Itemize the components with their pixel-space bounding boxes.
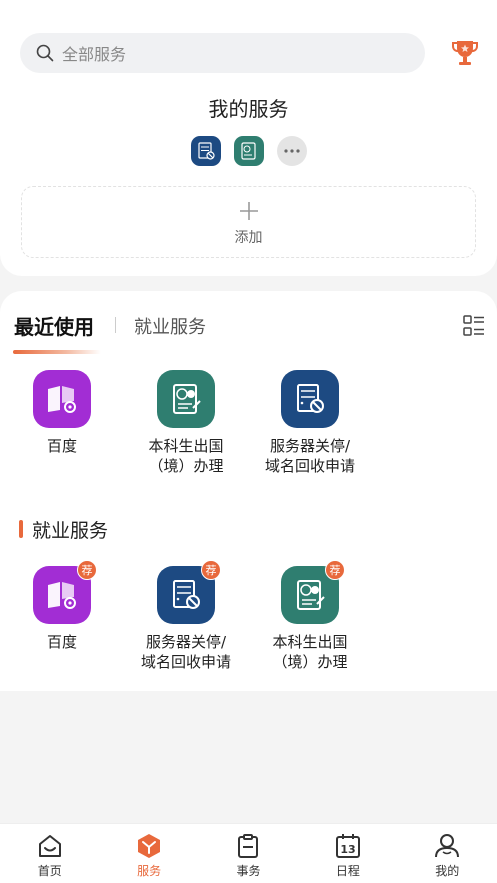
employment-item-label: 百度 (46, 633, 77, 651)
my-services-title: 我的服务 (208, 97, 289, 121)
app-icon (33, 370, 91, 428)
recommended-badge: 荐 (201, 560, 221, 580)
section-marker (19, 520, 23, 538)
recent-item-label: 服务器关停/ 域名回收申请 (264, 437, 355, 475)
calendar-day: 13 (340, 843, 355, 856)
nav-profile[interactable]: 我的 (398, 824, 497, 883)
recent-item-server-stop[interactable]: 服务器关停/ 域名回收申请 (240, 370, 380, 476)
passport-icon (241, 142, 256, 160)
nav-label: 日程 (335, 864, 360, 878)
recent-item-label: 百度 (46, 437, 77, 455)
recent-item-label: 本科生出国 （境）办理 (148, 437, 224, 475)
bottom-nav: 首页 服务 事务 13 日程 我的 (0, 823, 497, 883)
home-icon-wrap (36, 832, 64, 860)
person-icon-wrap (433, 832, 461, 860)
tab-recent[interactable]: 最近使用 (14, 311, 94, 340)
passport-icon (173, 384, 201, 414)
employment-item-server-stop[interactable]: 荐 服务器关停/ 域名回收申请 (116, 560, 256, 672)
recent-item-baidu[interactable]: 百度 (0, 370, 132, 456)
tab-employment[interactable]: 就业服务 (134, 313, 206, 339)
clipboard-icon (238, 834, 259, 858)
employment-item-label: 服务器关停/ 域名回收申请 (140, 633, 231, 671)
plus-icon (240, 202, 258, 220)
server-stop-icon (297, 384, 324, 413)
recommended-badge: 荐 (325, 560, 345, 580)
book-gear-icon (48, 386, 76, 413)
app-icon: 荐 (157, 560, 221, 624)
trophy-icon[interactable] (451, 38, 479, 68)
cube-icon (138, 834, 161, 858)
person-icon (435, 834, 460, 858)
calendar-icon-wrap: 13 (334, 832, 362, 860)
recommended-badge: 荐 (77, 560, 97, 580)
shortcut-passport[interactable] (234, 136, 264, 166)
server-stop-icon (173, 580, 200, 609)
employment-section-title: 就业服务 (32, 520, 109, 542)
my-services-card: 全部服务 我的服务 添加 (0, 0, 497, 276)
nav-schedule[interactable]: 13 日程 (298, 824, 397, 883)
passport-icon (297, 580, 325, 610)
calendar-icon: 13 (335, 834, 360, 858)
tab-indicator (13, 350, 101, 354)
employment-item-baidu[interactable]: 荐 百度 (0, 560, 132, 652)
app-icon (281, 370, 339, 428)
search-placeholder: 全部服务 (62, 45, 127, 64)
app-icon: 荐 (281, 560, 345, 624)
nav-home[interactable]: 首页 (0, 824, 99, 883)
recent-item-passport[interactable]: 本科生出国 （境）办理 (116, 370, 256, 476)
employment-item-passport[interactable]: 荐 本科生出国 （境）办理 (240, 560, 380, 672)
clipboard-icon-wrap (234, 832, 262, 860)
cube-icon-wrap (135, 832, 163, 860)
home-icon (38, 835, 61, 857)
more-shortcuts-button[interactable] (277, 136, 307, 166)
employment-item-label: 本科生出国 （境）办理 (272, 633, 348, 671)
app-icon: 荐 (33, 560, 97, 624)
add-service-button[interactable]: 添加 (21, 186, 476, 258)
book-gear-icon (48, 582, 76, 609)
nav-label: 我的 (435, 864, 460, 878)
more-icon (284, 149, 300, 153)
nav-affairs[interactable]: 事务 (199, 824, 298, 883)
shortcut-server-stop[interactable] (191, 136, 221, 166)
nav-services[interactable]: 服务 (99, 824, 198, 883)
nav-label: 事务 (236, 864, 261, 878)
layout-toggle-icon[interactable] (463, 315, 485, 337)
nav-label: 首页 (37, 864, 62, 878)
search-bar[interactable]: 全部服务 (20, 33, 425, 73)
add-service-label: 添加 (234, 230, 263, 246)
my-services-shortcuts (191, 136, 307, 166)
server-stop-icon (198, 142, 215, 160)
tab-divider (115, 317, 116, 333)
search-icon (36, 44, 54, 62)
app-icon (157, 370, 215, 428)
nav-label: 服务 (137, 864, 162, 878)
